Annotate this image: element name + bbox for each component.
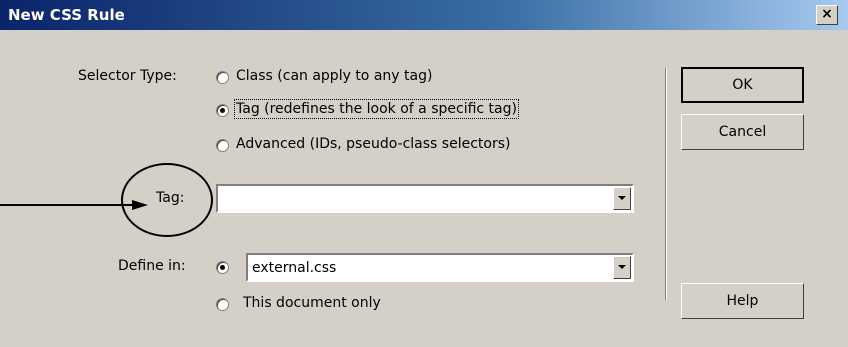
- radio-advanced-label[interactable]: Advanced (IDs, pseudo-class selectors): [236, 136, 510, 152]
- close-icon: ×: [821, 6, 833, 22]
- selector-type-label: Selector Type:: [78, 68, 177, 84]
- help-button[interactable]: Help: [681, 283, 804, 319]
- radio-this-document-label[interactable]: This document only: [243, 295, 381, 311]
- radio-class[interactable]: [216, 71, 229, 84]
- radio-define-file[interactable]: [216, 261, 229, 274]
- close-button[interactable]: ×: [816, 5, 838, 25]
- window-title: New CSS Rule: [8, 6, 125, 24]
- define-in-dropdown-icon[interactable]: [613, 256, 631, 279]
- define-in-value: external.css: [252, 260, 337, 276]
- annotation-arrow-icon: [0, 200, 148, 210]
- radio-class-label[interactable]: Class (can apply to any tag): [236, 68, 432, 84]
- radio-this-document[interactable]: [216, 298, 229, 311]
- title-bar: New CSS Rule ×: [0, 0, 848, 30]
- define-in-label: Define in:: [118, 258, 186, 274]
- separator: [665, 68, 667, 300]
- new-css-rule-dialog: New CSS Rule × Selector Type: Class (can…: [0, 0, 848, 347]
- ok-button[interactable]: OK: [681, 67, 804, 103]
- radio-tag-label[interactable]: Tag (redefines the look of a specific ta…: [234, 99, 519, 119]
- tag-dropdown-icon[interactable]: [613, 187, 631, 210]
- tag-combobox[interactable]: [216, 184, 634, 213]
- cancel-button[interactable]: Cancel: [681, 114, 804, 150]
- define-in-combobox[interactable]: external.css: [246, 253, 634, 282]
- radio-tag[interactable]: [216, 104, 229, 117]
- radio-advanced[interactable]: [216, 139, 229, 152]
